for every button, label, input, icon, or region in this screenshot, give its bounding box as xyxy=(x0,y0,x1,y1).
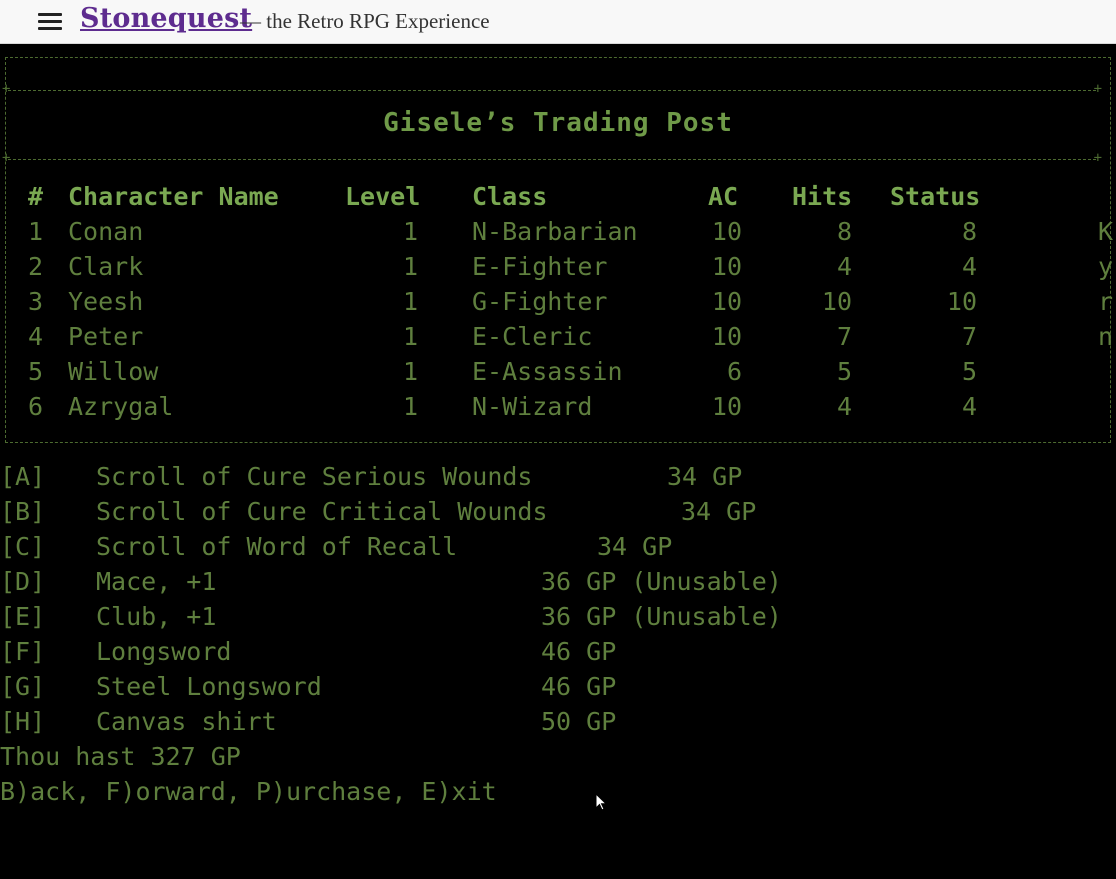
party-level: 1 xyxy=(402,357,418,386)
item-key: [G] xyxy=(0,672,46,701)
item-price: 34 GP xyxy=(681,497,757,526)
hamburger-menu-icon[interactable] xyxy=(38,12,62,30)
party-class: E-Cleric xyxy=(472,322,593,351)
item-name: Steel Longsword xyxy=(96,672,322,701)
party-hits: 8 xyxy=(836,217,852,246)
gold-status: Thou hast 327 GP xyxy=(0,742,241,771)
item-key: [B] xyxy=(0,497,46,526)
party-ac: 10 xyxy=(711,252,742,281)
party-status: 10 xyxy=(946,287,977,316)
frame-divider-top xyxy=(2,81,1102,97)
party-num: 3 xyxy=(28,287,44,316)
item-name: Scroll of Cure Serious Wounds xyxy=(96,462,533,491)
item-key: [H] xyxy=(0,707,46,736)
party-hits: 5 xyxy=(836,357,852,386)
party-num: 2 xyxy=(28,252,44,281)
item-price: 46 GP xyxy=(541,637,617,666)
party-hits: 4 xyxy=(836,252,852,281)
site-title-link[interactable]: Stonequest xyxy=(80,3,252,34)
item-name: Scroll of Word of Recall xyxy=(96,532,458,561)
party-level: 1 xyxy=(402,252,418,281)
item-key: [C] xyxy=(0,532,46,561)
item-key: [F] xyxy=(0,637,46,666)
mouse-cursor-icon xyxy=(595,793,607,811)
game-screen[interactable]: Gisele’s Trading Post # Character Name L… xyxy=(0,44,1116,879)
header-ac: AC xyxy=(708,182,739,211)
party-class: E-Assassin xyxy=(472,357,623,386)
party-extra: r xyxy=(1098,287,1114,316)
party-extra: n xyxy=(1098,322,1114,351)
party-ac: 10 xyxy=(711,322,742,351)
item-name: Mace, +1 xyxy=(96,567,217,596)
item-key: [E] xyxy=(0,602,46,631)
header-hits: Hits xyxy=(792,182,853,211)
party-num: 5 xyxy=(28,357,44,386)
party-extra: K xyxy=(1098,217,1114,246)
header-level: Level xyxy=(345,182,421,211)
party-hits: 4 xyxy=(836,392,852,421)
party-ac: 10 xyxy=(711,287,742,316)
item-price: 50 GP xyxy=(541,707,617,736)
party-name: Clark xyxy=(68,252,144,281)
shop-title: Gisele’s Trading Post xyxy=(383,108,733,138)
party-status: 4 xyxy=(961,252,977,281)
header-class: Class xyxy=(472,182,548,211)
party-class: E-Fighter xyxy=(472,252,608,281)
party-hits: 7 xyxy=(836,322,852,351)
item-key: [A] xyxy=(0,462,46,491)
item-price: 34 GP xyxy=(667,462,743,491)
party-status: 8 xyxy=(961,217,977,246)
site-tagline: — the Retro RPG Experience xyxy=(240,9,490,33)
item-name: Longsword xyxy=(96,637,232,666)
item-price: 34 GP xyxy=(597,532,673,561)
party-name: Azrygal xyxy=(68,392,174,421)
party-ac: 10 xyxy=(711,392,742,421)
header-status: Status xyxy=(890,182,981,211)
party-extra: y xyxy=(1098,252,1114,281)
party-name: Yeesh xyxy=(68,287,144,316)
party-status: 7 xyxy=(961,322,977,351)
item-key: [D] xyxy=(0,567,46,596)
party-class: G-Fighter xyxy=(472,287,608,316)
party-num: 6 xyxy=(28,392,44,421)
frame-divider-bottom xyxy=(2,150,1102,166)
party-level: 1 xyxy=(402,217,418,246)
item-name: Scroll of Cure Critical Wounds xyxy=(96,497,548,526)
item-price: 36 GP (Unusable) xyxy=(541,602,782,631)
party-status: 4 xyxy=(961,392,977,421)
party-hits: 10 xyxy=(821,287,852,316)
item-price: 36 GP (Unusable) xyxy=(541,567,782,596)
item-price: 46 GP xyxy=(541,672,617,701)
party-name: Conan xyxy=(68,217,144,246)
party-name: Willow xyxy=(68,357,159,386)
header-name: Character Name xyxy=(68,182,279,211)
site-header: Stonequest — the Retro RPG Experience xyxy=(0,0,1116,44)
item-name: Club, +1 xyxy=(96,602,217,631)
party-num: 1 xyxy=(28,217,44,246)
party-level: 1 xyxy=(402,392,418,421)
party-name: Peter xyxy=(68,322,144,351)
party-ac: 10 xyxy=(711,217,742,246)
party-ac: 6 xyxy=(726,357,742,386)
party-class: N-Wizard xyxy=(472,392,593,421)
party-class: N-Barbarian xyxy=(472,217,638,246)
party-num: 4 xyxy=(28,322,44,351)
party-level: 1 xyxy=(402,287,418,316)
party-status: 5 xyxy=(961,357,977,386)
item-name: Canvas shirt xyxy=(96,707,277,736)
party-level: 1 xyxy=(402,322,418,351)
header-num: # xyxy=(28,182,44,211)
command-prompt: B)ack, F)orward, P)urchase, E)xit xyxy=(0,777,497,806)
